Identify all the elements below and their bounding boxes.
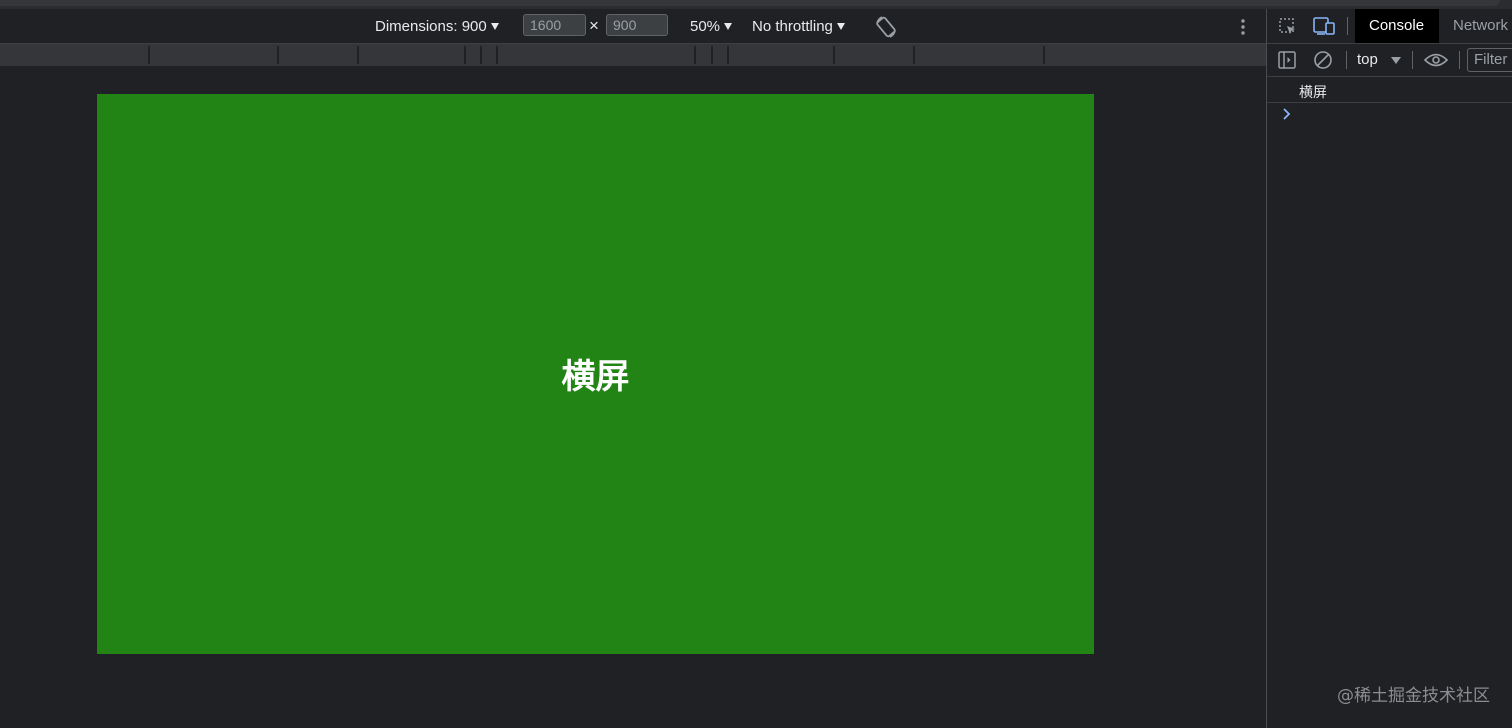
zoom-dropdown[interactable]: 50%	[690, 9, 733, 43]
filter-input[interactable]: Filter	[1467, 48, 1512, 72]
width-input[interactable]: 1600	[523, 14, 586, 36]
dimensions-label: Dimensions: 900	[375, 17, 487, 35]
throttling-dropdown[interactable]: No throttling	[752, 9, 845, 43]
inspect-element-icon[interactable]	[1278, 17, 1298, 37]
devtools-window: Dimensions: 900 1600 × 900 50% No thrott…	[0, 0, 1512, 728]
times-symbol: ×	[589, 16, 599, 35]
window-top-edge	[0, 0, 1512, 9]
sidebar-toggle-icon[interactable]	[1278, 51, 1296, 69]
media-query-bar[interactable]	[0, 44, 1266, 66]
devtools-panel: Console Network top Filter 横屏	[1266, 9, 1512, 728]
zoom-label: 50%	[690, 17, 721, 35]
dimensions-dropdown[interactable]: Dimensions: 900	[375, 9, 499, 43]
device-screen[interactable]: 横屏	[97, 94, 1094, 654]
device-viewport: 横屏	[0, 66, 1266, 728]
more-options-icon[interactable]	[1237, 17, 1249, 37]
screen-text: 横屏	[561, 356, 630, 397]
console-message: 横屏	[1267, 77, 1512, 103]
rotate-icon[interactable]	[873, 14, 899, 40]
console-message-text: 横屏	[1299, 85, 1327, 101]
chevron-down-icon	[490, 22, 499, 30]
height-input[interactable]: 900	[606, 14, 668, 36]
chevron-down-icon	[836, 22, 845, 30]
clear-console-icon[interactable]	[1313, 50, 1333, 70]
console-toolbar: top Filter	[1267, 44, 1512, 77]
tab-network[interactable]: Network	[1439, 9, 1512, 43]
tab-console[interactable]: Console	[1355, 9, 1439, 43]
device-toolbar: Dimensions: 900 1600 × 900 50% No thrott…	[0, 9, 1266, 44]
chevron-down-icon	[1391, 57, 1401, 64]
context-selector[interactable]: top	[1357, 44, 1378, 76]
console-prompt-icon[interactable]	[1281, 107, 1293, 121]
watermark: @稀土掘金技术社区	[1337, 686, 1490, 706]
throttling-label: No throttling	[752, 17, 833, 35]
device-toggle-icon[interactable]	[1313, 16, 1335, 36]
chevron-down-icon	[724, 22, 733, 30]
devtools-tabbar: Console Network	[1267, 9, 1512, 44]
live-expression-eye-icon[interactable]	[1424, 52, 1448, 68]
